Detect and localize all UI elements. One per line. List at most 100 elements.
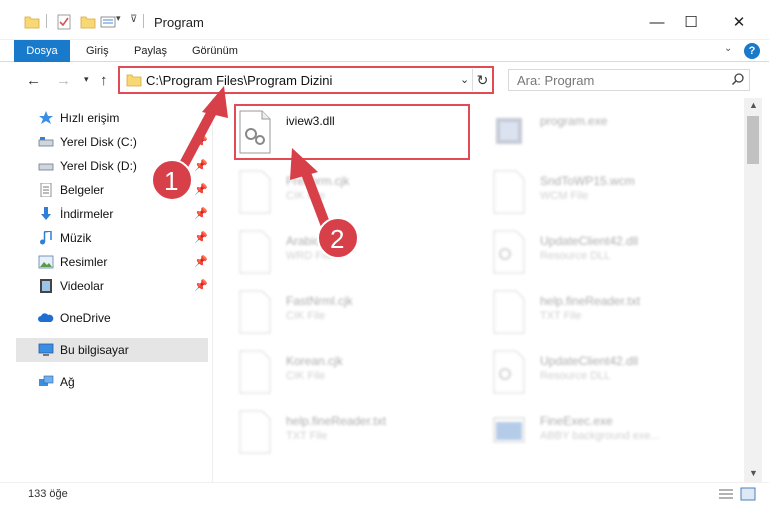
file-item[interactable]: UpdateClient42.dll Resource DLL <box>484 224 734 284</box>
computer-icon <box>38 343 54 356</box>
exe-file-icon <box>493 417 525 443</box>
folder-icon[interactable] <box>24 12 40 32</box>
sidebar-item-downloads[interactable]: İndirmeler 📌 <box>16 202 208 226</box>
file-item[interactable]: Frenorm.cjk CIK File <box>230 164 480 224</box>
sidebar-item-network[interactable]: Ağ <box>16 370 208 394</box>
tab-file[interactable]: Dosya <box>14 40 70 62</box>
pin-icon[interactable]: 📌 <box>194 178 208 202</box>
scroll-down-icon[interactable]: ▼ <box>749 468 758 478</box>
tab-share[interactable]: Paylaş <box>126 40 175 62</box>
sidebar-item-label: Videolar <box>60 279 104 293</box>
file-name: help.fineReader.txt <box>540 294 641 308</box>
sidebar-item-documents[interactable]: Belgeler 📌 <box>16 178 208 202</box>
item-count: 133 öğe <box>28 488 68 500</box>
forward-arrow-icon[interactable]: → <box>56 72 71 89</box>
file-list: iview3.dll program.exe Frenorm.cjk CIK F… <box>214 98 744 482</box>
new-folder-icon[interactable] <box>80 12 96 32</box>
refresh-icon[interactable]: ↻ <box>472 69 492 91</box>
toolbar-separator <box>46 14 47 28</box>
pin-icon[interactable]: 📌 <box>194 226 208 250</box>
sidebar-item-local-disk-d[interactable]: Yerel Disk (D:) 📌 <box>16 154 208 178</box>
star-icon <box>39 111 53 124</box>
file-name: SndToWP15.wcm <box>540 174 635 188</box>
chevron-down-icon[interactable]: ▾ <box>116 13 121 24</box>
file-name: UpdateClient42.dll <box>540 234 639 248</box>
ribbon-tabs: Dosya Giriş Paylaş Görünüm ⌄ ? <box>0 40 769 62</box>
file-item[interactable]: SndToWP15.wcm WCM File <box>484 164 734 224</box>
large-icons-view-icon[interactable] <box>740 487 756 501</box>
sidebar-item-this-pc[interactable]: Bu bilgisayar <box>16 338 208 362</box>
sidebar-item-local-disk-c[interactable]: Yerel Disk (C:) 📌 <box>16 130 208 154</box>
sidebar-item-label: Belgeler <box>60 183 105 197</box>
sidebar-item-videos[interactable]: Videolar 📌 <box>16 274 208 298</box>
pin-icon[interactable]: 📌 <box>194 274 208 298</box>
file-item[interactable]: program.exe <box>484 104 734 164</box>
sidebar-item-music[interactable]: Müzik 📌 <box>16 226 208 250</box>
sidebar-item-quick-access[interactable]: Hızlı erişim <box>16 106 208 130</box>
tab-view[interactable]: Görünüm <box>184 40 246 62</box>
file-type: ABBY background exe... <box>540 430 660 442</box>
file-name: Arabic... <box>286 234 331 248</box>
toolbar-separator <box>143 14 144 28</box>
file-item[interactable]: help.fineReader.txt TXT File <box>230 404 480 464</box>
pin-icon[interactable]: 📌 <box>194 154 208 178</box>
exe-file-icon <box>496 118 522 144</box>
help-button[interactable]: ? <box>744 43 760 59</box>
vertical-scrollbar[interactable]: ▲ ▼ <box>744 98 762 482</box>
customize-toolbar-icon[interactable]: ⊽ <box>130 14 137 25</box>
chevron-down-icon[interactable]: ⌄ <box>460 73 469 86</box>
file-name: Frenorm.cjk <box>286 174 350 188</box>
dll-file-icon <box>493 230 525 274</box>
folder-icon <box>126 74 142 87</box>
close-button[interactable]: ✕ <box>716 8 762 38</box>
maximize-button[interactable]: ☐ <box>668 8 714 38</box>
cloud-icon <box>38 313 54 322</box>
file-name: FineExec.exe <box>540 414 613 428</box>
scroll-up-icon[interactable]: ▲ <box>749 100 758 110</box>
sidebar-item-label: Hızlı erişim <box>60 111 120 125</box>
pin-icon[interactable]: 📌 <box>194 202 208 226</box>
sidebar-item-label: Bu bilgisayar <box>60 343 129 357</box>
file-name: program.exe <box>540 114 608 128</box>
sidebar-item-label: Yerel Disk (D:) <box>60 159 137 173</box>
scrollbar-thumb[interactable] <box>747 116 759 164</box>
file-item[interactable]: FineExec.exe ABBY background exe... <box>484 404 734 464</box>
file-type: WCM File <box>540 190 589 202</box>
videos-icon <box>40 279 52 293</box>
properties-icon[interactable] <box>56 12 72 32</box>
sidebar-item-label: Resimler <box>60 255 108 269</box>
tab-home[interactable]: Giriş <box>78 40 117 62</box>
status-bar: 133 öğe <box>0 482 769 520</box>
file-type: CIK File <box>286 370 326 382</box>
pin-icon[interactable]: 📌 <box>194 250 208 274</box>
pictures-icon <box>38 255 54 269</box>
pin-icon[interactable]: 📌 <box>194 130 208 154</box>
file-type: CIK File <box>286 310 326 322</box>
sidebar-item-onedrive[interactable]: OneDrive <box>16 306 208 330</box>
file-name: Korean.cjk <box>286 354 343 368</box>
sidebar-item-label: Ağ <box>60 375 75 389</box>
title-bar: ▾ ⊽ Program — ☐ ✕ <box>0 0 769 40</box>
file-item[interactable]: Korean.cjk CIK File <box>230 344 480 404</box>
view-list-icon[interactable] <box>100 12 116 32</box>
back-arrow-icon[interactable]: ← <box>26 72 41 89</box>
file-type: Resource DLL <box>540 370 611 382</box>
download-icon <box>41 207 51 220</box>
address-path[interactable]: C:\Program Files\Program Dizini <box>146 73 332 88</box>
sidebar-item-label: İndirmeler <box>60 207 114 221</box>
chevron-down-icon[interactable]: ▾ <box>84 74 89 85</box>
file-name: FastNrml.cjk <box>286 294 353 308</box>
file-item[interactable]: FastNrml.cjk CIK File <box>230 284 480 344</box>
search-input[interactable]: Ara: Program <box>508 69 750 91</box>
file-type: Resource DLL <box>540 250 611 262</box>
search-icon[interactable] <box>731 72 745 86</box>
address-bar[interactable]: C:\Program Files\Program Dizini ⌄ ↻ <box>118 66 494 94</box>
up-arrow-icon[interactable]: ↑ <box>100 72 108 89</box>
sidebar-item-label: Müzik <box>60 231 92 245</box>
file-item[interactable]: UpdateClient42.dll Resource DLL <box>484 344 734 404</box>
sidebar-item-pictures[interactable]: Resimler 📌 <box>16 250 208 274</box>
details-view-icon[interactable] <box>718 487 734 501</box>
file-item[interactable]: Arabic... WRD File <box>230 224 480 284</box>
file-item[interactable]: help.fineReader.txt TXT File <box>484 284 734 344</box>
chevron-down-icon[interactable]: ⌄ <box>724 43 732 54</box>
